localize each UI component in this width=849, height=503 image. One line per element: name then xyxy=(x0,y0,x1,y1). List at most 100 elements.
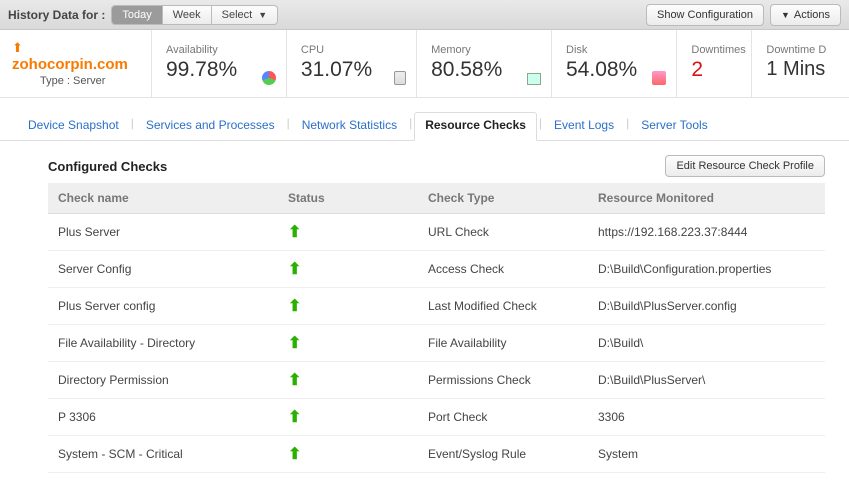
cell-status: ⬆ xyxy=(278,251,418,288)
metrics-row: ⬆ zohocorpin.com Type : Server Availabil… xyxy=(0,30,849,98)
cell-status: ⬆ xyxy=(278,362,418,399)
cell-resource: D:\Build\PlusServer\ xyxy=(588,362,825,399)
cell-check-type: Access Check xyxy=(418,251,588,288)
table-row[interactable]: Directory Permission ⬆ Permissions CheckD:… xyxy=(48,362,825,399)
metric-downtime-duration: Downtime D 1 Mins xyxy=(752,30,849,97)
cell-status: ⬆ xyxy=(278,325,418,362)
cell-check-type: Last Modified Check xyxy=(418,288,588,325)
metric-value: 99.78% xyxy=(166,58,276,82)
metric-downtimes: Downtimes 2 xyxy=(677,30,752,97)
cpu-chip-icon xyxy=(394,71,406,85)
history-topbar: History Data for : Today Week Select ▼ S… xyxy=(0,0,849,30)
cell-check-type: Port Check xyxy=(418,399,588,436)
metric-label: Disk xyxy=(566,44,666,56)
pie-chart-icon xyxy=(262,71,276,85)
metric-label: CPU xyxy=(301,44,406,56)
cell-check-type: Permissions Check xyxy=(418,362,588,399)
cell-check-name: Server Config xyxy=(48,251,278,288)
metric-cpu: CPU 31.07% xyxy=(287,30,417,97)
range-select-label: Select xyxy=(222,9,253,21)
cell-status: ⬆ xyxy=(278,288,418,325)
status-up-icon: ⬆ xyxy=(288,222,301,242)
tab-bar: Device Snapshot | Services and Processes… xyxy=(0,98,849,141)
range-select[interactable]: Select ▼ xyxy=(212,6,278,24)
metric-label: Availability xyxy=(166,44,276,56)
tab-separator: | xyxy=(407,116,414,136)
status-up-icon: ⬆ xyxy=(288,407,301,427)
col-resource-monitored: Resource Monitored xyxy=(588,183,825,214)
status-up-icon: ⬆ xyxy=(288,259,301,279)
cell-resource: D:\Build\PlusServer.config xyxy=(588,288,825,325)
tab-resource-checks[interactable]: Resource Checks xyxy=(414,112,537,141)
table-row[interactable]: P 3306 ⬆ Port Check3306 xyxy=(48,399,825,436)
range-week[interactable]: Week xyxy=(163,6,212,24)
col-status: Status xyxy=(278,183,418,214)
col-check-type: Check Type xyxy=(418,183,588,214)
metric-label: Downtimes xyxy=(691,44,741,56)
tab-separator: | xyxy=(285,116,292,136)
cell-check-name: File Availability - Directory xyxy=(48,325,278,362)
tab-separator: | xyxy=(537,116,544,136)
cell-status: ⬆ xyxy=(278,399,418,436)
metric-label: Memory xyxy=(431,44,541,56)
metric-disk: Disk 54.08% xyxy=(552,30,677,97)
range-today[interactable]: Today xyxy=(112,6,162,24)
metric-value: 80.58% xyxy=(431,58,541,82)
disk-icon xyxy=(652,71,666,85)
cell-check-type: File Availability xyxy=(418,325,588,362)
metric-availability: Availability 99.78% xyxy=(152,30,287,97)
checks-table: Check name Status Check Type Resource Mo… xyxy=(48,183,825,473)
metric-label: Downtime D xyxy=(766,44,839,56)
metric-value: 54.08% xyxy=(566,58,666,82)
cell-resource: D:\Build\Configuration.properties xyxy=(588,251,825,288)
cell-check-type: URL Check xyxy=(418,214,588,251)
metric-value: 2 xyxy=(691,58,741,82)
metric-memory: Memory 80.58% xyxy=(417,30,552,97)
table-header-row: Check name Status Check Type Resource Mo… xyxy=(48,183,825,214)
show-configuration-button[interactable]: Show Configuration xyxy=(646,4,764,26)
cell-resource: 3306 xyxy=(588,399,825,436)
actions-label: Actions xyxy=(794,9,830,21)
table-row[interactable]: Plus Server config ⬆ Last Modified CheckD:… xyxy=(48,288,825,325)
status-up-icon: ⬆ xyxy=(288,296,301,316)
col-check-name: Check name xyxy=(48,183,278,214)
tab-separator: | xyxy=(129,116,136,136)
history-label: History Data for : xyxy=(8,8,105,22)
edit-resource-check-profile-button[interactable]: Edit Resource Check Profile xyxy=(665,155,825,177)
status-up-icon: ⬆ xyxy=(288,370,301,390)
server-type: Type : Server xyxy=(12,75,143,87)
tab-device-snapshot[interactable]: Device Snapshot xyxy=(18,113,129,140)
tab-event-logs[interactable]: Event Logs xyxy=(544,113,624,140)
content-area: Configured Checks Edit Resource Check Pr… xyxy=(0,141,849,503)
range-segmented: Today Week Select ▼ xyxy=(111,5,278,25)
table-row[interactable]: Plus Server ⬆ URL Checkhttps://192.168.223… xyxy=(48,214,825,251)
table-row[interactable]: File Availability - Directory ⬆ File Avail… xyxy=(48,325,825,362)
cell-check-name: Plus Server xyxy=(48,214,278,251)
status-up-icon: ⬆ xyxy=(288,333,301,353)
tab-network-statistics[interactable]: Network Statistics xyxy=(292,113,407,140)
cell-resource: D:\Build\ xyxy=(588,325,825,362)
actions-button[interactable]: ▼ Actions xyxy=(770,4,841,26)
tab-separator: | xyxy=(624,116,631,136)
table-row[interactable]: System - SCM - Critical ⬆ Event/Syslog Rul… xyxy=(48,436,825,473)
cell-check-type: Event/Syslog Rule xyxy=(418,436,588,473)
caret-down-icon: ▼ xyxy=(781,10,790,20)
caret-down-icon: ▼ xyxy=(258,10,267,20)
cell-resource: System xyxy=(588,436,825,473)
status-up-icon: ⬆ xyxy=(288,444,301,464)
server-identity: ⬆ zohocorpin.com Type : Server xyxy=(0,30,152,97)
section-title: Configured Checks xyxy=(48,159,167,174)
cell-status: ⬆ xyxy=(278,214,418,251)
cell-check-name: P 3306 xyxy=(48,399,278,436)
metric-value: 31.07% xyxy=(301,58,406,82)
status-up-icon: ⬆ xyxy=(12,40,23,55)
cell-check-name: System - SCM - Critical xyxy=(48,436,278,473)
server-domain[interactable]: zohocorpin.com xyxy=(12,56,128,73)
cell-check-name: Directory Permission xyxy=(48,362,278,399)
tab-services-processes[interactable]: Services and Processes xyxy=(136,113,285,140)
tab-server-tools[interactable]: Server Tools xyxy=(631,113,717,140)
cell-resource: https://192.168.223.37:8444 xyxy=(588,214,825,251)
memory-icon xyxy=(527,73,541,85)
cell-check-name: Plus Server config xyxy=(48,288,278,325)
table-row[interactable]: Server Config ⬆ Access CheckD:\Build\Confi… xyxy=(48,251,825,288)
